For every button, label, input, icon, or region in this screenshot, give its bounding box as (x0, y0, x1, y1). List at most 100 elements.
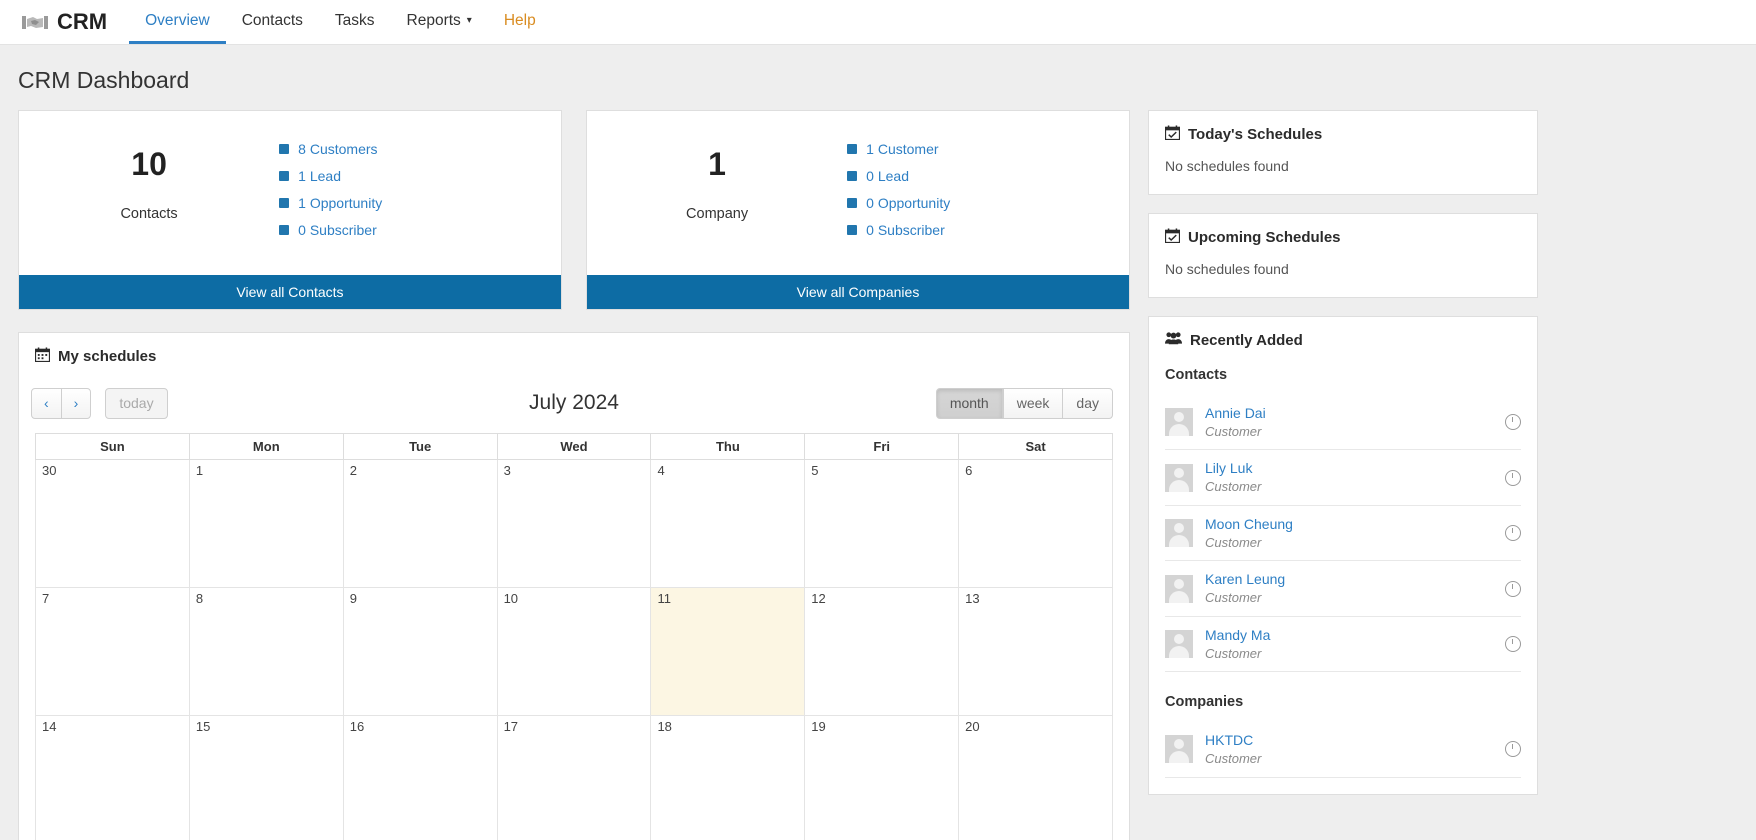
legend-item-opportunity[interactable]: 1 Opportunity (279, 195, 561, 211)
calendar-day-cell[interactable]: 2 (343, 459, 498, 588)
nav-link-reports[interactable]: Reports ▾ (391, 0, 488, 44)
calendar-day-header-sun: Sun (35, 433, 190, 459)
view-all-contacts-button[interactable]: View all Contacts (19, 275, 561, 309)
legend-square-icon (847, 225, 858, 235)
legend-label: 1 Customer (866, 141, 939, 157)
list-item-text: HKTDC Customer (1205, 731, 1505, 767)
todays-schedules-title: Today's Schedules (1188, 126, 1323, 143)
calendar-nav-group: ‹ › (31, 388, 92, 419)
recently-added-panel: Recently Added Contacts Annie Dai Custom… (1148, 316, 1538, 795)
calendar-week-row: 30 1 2 3 4 5 6 (35, 459, 1114, 588)
nav-link-tasks[interactable]: Tasks (319, 0, 391, 44)
list-item-text: Lily Luk Customer (1205, 459, 1505, 495)
calendar-day-cell[interactable]: 5 (805, 459, 960, 588)
contact-name-link[interactable]: Moon Cheung (1205, 515, 1505, 534)
legend-label: 1 Opportunity (298, 195, 383, 211)
avatar (1165, 408, 1193, 437)
calendar-view-week-button[interactable]: week (1002, 388, 1064, 419)
legend-item-opportunity[interactable]: 0 Opportunity (847, 195, 1129, 211)
calendar-view-day-button[interactable]: day (1062, 388, 1113, 419)
calendar-day-cell[interactable]: 8 (189, 587, 344, 716)
nav-items: Overview Contacts Tasks Reports ▾ Help (129, 0, 552, 44)
calendar-day-cell[interactable]: 18 (651, 715, 806, 840)
legend-square-icon (279, 171, 290, 181)
view-all-companies-button[interactable]: View all Companies (587, 275, 1129, 309)
list-item: Lily Luk Customer (1165, 450, 1521, 506)
calendar-day-cell[interactable]: 1 (189, 459, 344, 588)
calendar-day-cell[interactable]: 4 (651, 459, 806, 588)
legend-item-lead[interactable]: 1 Lead (279, 168, 561, 184)
calendar-day-cell[interactable]: 14 (35, 715, 190, 840)
contact-name-link[interactable]: Annie Dai (1205, 404, 1505, 423)
contact-name-link[interactable]: Mandy Ma (1205, 626, 1505, 645)
calendar-day-cell[interactable]: 30 (35, 459, 190, 588)
company-name-link[interactable]: HKTDC (1205, 731, 1505, 750)
calendar-today-button[interactable]: today (105, 388, 168, 419)
calendar-day-cell[interactable]: 13 (959, 587, 1114, 716)
nav-link-overview[interactable]: Overview (129, 0, 226, 44)
legend-item-subscriber[interactable]: 0 Subscriber (279, 222, 561, 238)
clock-icon[interactable] (1505, 741, 1521, 758)
nav-link-reports-label: Reports (406, 11, 461, 29)
my-schedules-header: My schedules (19, 333, 1129, 378)
contact-role: Customer (1205, 590, 1262, 606)
calendar-icon (34, 347, 51, 366)
todays-schedules-panel: Today's Schedules No schedules found (1148, 110, 1538, 195)
clock-icon[interactable] (1505, 414, 1521, 431)
calendar-check-icon (1164, 228, 1181, 247)
legend-square-icon (847, 171, 858, 181)
calendar-day-cell[interactable]: 12 (805, 587, 960, 716)
calendar-day-cell[interactable]: 7 (35, 587, 190, 716)
recently-added-contacts-heading: Contacts (1165, 367, 1228, 383)
stat-cards-row: 10 Contacts 8 Customers 1 Lead 1 Opportu… (18, 110, 1130, 310)
nav-link-contacts[interactable]: Contacts (226, 0, 319, 44)
contact-role: Customer (1205, 479, 1262, 495)
recently-added-companies-heading: Companies (1165, 694, 1244, 711)
legend-item-customer[interactable]: 1 Customer (847, 141, 1129, 157)
avatar (1165, 574, 1193, 603)
top-navbar: CRM Overview Contacts Tasks Reports ▾ He… (0, 0, 1756, 45)
calendar-day-cell[interactable]: 10 (497, 587, 652, 716)
nav-link-help[interactable]: Help (488, 0, 552, 44)
legend-label: 0 Subscriber (866, 222, 945, 238)
avatar (1165, 735, 1193, 764)
calendar-view-month-button[interactable]: month (935, 388, 1003, 419)
calendar-day-cell[interactable]: 9 (343, 587, 498, 716)
list-item: Annie Dai Customer (1165, 395, 1521, 451)
contacts-count: 10 (131, 146, 167, 182)
calendar-day-cell-today[interactable]: 11 (651, 587, 806, 716)
legend-square-icon (847, 144, 858, 154)
list-item-text: Annie Dai Customer (1205, 404, 1505, 440)
legend-square-icon (847, 198, 858, 208)
legend-item-lead[interactable]: 0 Lead (847, 168, 1129, 184)
todays-schedules-empty: No schedules found (1165, 158, 1289, 174)
calendar-day-cell[interactable]: 17 (497, 715, 652, 840)
legend-item-subscriber[interactable]: 0 Subscriber (847, 222, 1129, 238)
calendar-day-cell[interactable]: 16 (343, 715, 498, 840)
calendar-prev-button[interactable]: ‹ (31, 388, 62, 419)
calendar-day-cell[interactable]: 15 (189, 715, 344, 840)
calendar-day-cell[interactable]: 3 (497, 459, 652, 588)
companies-legend: 1 Customer 0 Lead 0 Opportunity 0 Subscr… (847, 133, 1129, 249)
clock-icon[interactable] (1505, 525, 1521, 542)
calendar-day-cell[interactable]: 6 (959, 459, 1114, 588)
clock-icon[interactable] (1505, 580, 1521, 597)
sidebar-column: Today's Schedules No schedules found Upc (1148, 110, 1538, 813)
list-item: Moon Cheung Customer (1165, 506, 1521, 562)
companies-count-label: Company (686, 206, 749, 223)
legend-item-customers[interactable]: 8 Customers (279, 141, 561, 157)
contacts-stat-body: 10 Contacts 8 Customers 1 Lead 1 Opportu… (19, 111, 561, 275)
clock-icon[interactable] (1505, 635, 1521, 652)
contact-name-link[interactable]: Lily Luk (1205, 459, 1505, 478)
contact-name-link[interactable]: Karen Leung (1205, 570, 1505, 589)
calendar-day-cell[interactable]: 20 (959, 715, 1114, 840)
brand-logo[interactable]: CRM (22, 0, 129, 44)
clock-icon[interactable] (1505, 469, 1521, 486)
my-schedules-panel: My schedules ‹ › today July 2024 month w… (18, 332, 1130, 840)
calendar-day-cell[interactable]: 19 (805, 715, 960, 840)
calendar-next-button[interactable]: › (60, 388, 92, 419)
companies-count: 1 (708, 146, 726, 182)
calendar-day-header-wed: Wed (498, 433, 652, 459)
legend-label: 0 Opportunity (866, 195, 951, 211)
